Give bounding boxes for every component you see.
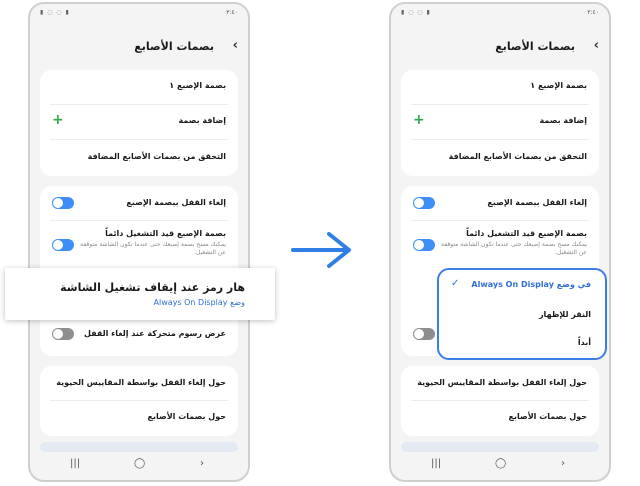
toggle-knob: [53, 329, 63, 339]
always-on-label: بصمة الإصبع قيد التشغيل دائماً: [105, 229, 226, 238]
about-fingerprints-label: حول بصمات الأصابع: [147, 412, 227, 421]
back-icon[interactable]: ‹: [594, 38, 599, 53]
status-time: ٣:٤٠: [226, 9, 238, 16]
fingerprint-1-label: بصمة الإصبع ١: [530, 81, 587, 90]
back-nav-icon[interactable]: ›: [561, 458, 565, 469]
always-on-subtitle: يمكنك مسح بصمة إصبعك حتى عندما تكون الشا…: [441, 241, 587, 256]
home-icon[interactable]: ◯: [495, 458, 506, 469]
add-fingerprint-label: إضافة بصمة: [539, 116, 587, 125]
option-label: أبداً: [577, 338, 591, 347]
show-animation-label: عرض رسوم متحركة عند إلغاء القفل: [83, 329, 226, 338]
phone-after: ▮ ◌ ◌ ▮ ٣:٤٠ بصمات الأصابع ‹ بصمة الإصبع…: [389, 2, 611, 482]
always-on-label: بصمة الإصبع قيد التشغيل دائماً: [466, 229, 587, 238]
add-fingerprint-row[interactable]: + إضافة بصمة: [401, 105, 599, 139]
navigation-bar: ||| ◯ ›: [30, 458, 248, 474]
back-nav-icon[interactable]: ›: [200, 458, 204, 469]
bottom-card-peek: [401, 442, 599, 452]
checkmark-icon: ✓: [451, 278, 460, 289]
header: بصمات الأصابع ‹: [391, 38, 609, 62]
check-fingerprints-row[interactable]: التحقق من بصمات الأصابع المضافة: [401, 140, 599, 176]
plus-icon: +: [52, 112, 64, 128]
about-biometrics-label: حول إلغاء القفل بواسطة المقاييس الحيوية: [56, 378, 226, 387]
option-label: النقر للإظهار: [538, 310, 591, 319]
unlock-fingerprint-toggle[interactable]: [413, 197, 435, 209]
status-bar: ▮ ◌ ◌ ▮ ٣:٤٠: [401, 9, 599, 19]
page-title: بصمات الأصابع: [134, 40, 214, 53]
status-icons: ▮ ◌ ◌ ▮: [40, 9, 70, 16]
fingerprint-1-row[interactable]: بصمة الإصبع ١: [40, 70, 238, 104]
about-fingerprints-row[interactable]: حول بصمات الأصابع: [401, 401, 599, 435]
always-on-row[interactable]: بصمة الإصبع قيد التشغيل دائماً يمكنك مسح…: [401, 221, 599, 269]
toggle-knob: [53, 240, 63, 250]
bottom-card-peek: [40, 442, 238, 452]
recent-apps-icon[interactable]: |||: [431, 458, 441, 469]
always-on-toggle[interactable]: [52, 239, 74, 251]
about-biometrics-row[interactable]: حول إلغاء القفل بواسطة المقاييس الحيوية: [401, 366, 599, 400]
about-fingerprints-row[interactable]: حول بصمات الأصابع: [40, 401, 238, 435]
home-icon[interactable]: ◯: [134, 458, 145, 469]
about-biometrics-label: حول إلغاء القفل بواسطة المقاييس الحيوية: [417, 378, 587, 387]
unlock-fingerprint-label: إلغاء القفل ببصمة الإصبع: [487, 198, 587, 207]
always-on-toggle[interactable]: [413, 239, 435, 251]
check-fingerprints-label: التحقق من بصمات الأصابع المضافة: [448, 152, 587, 161]
page-title: بصمات الأصابع: [495, 40, 575, 53]
about-fingerprints-label: حول بصمات الأصابع: [508, 412, 588, 421]
status-time: ٣:٤٠: [587, 9, 599, 16]
lock-screen-icon-callout: هار رمز عند إيقاف تشغيل الشاشة وضع Alway…: [5, 268, 275, 320]
recent-apps-icon[interactable]: |||: [70, 458, 80, 469]
unlock-fingerprint-toggle[interactable]: [52, 197, 74, 209]
dropdown-option-never[interactable]: أبداً: [439, 330, 605, 358]
toggle-knob: [414, 198, 424, 208]
always-on-subtitle: يمكنك مسح بصمة إصبعك حتى عندما تكون الشا…: [80, 241, 226, 256]
add-fingerprint-label: إضافة بصمة: [178, 116, 226, 125]
header: بصمات الأصابع ‹: [30, 38, 248, 62]
show-animation-row[interactable]: عرض رسوم متحركة عند إلغاء القفل: [40, 318, 238, 352]
show-animation-toggle[interactable]: [413, 328, 435, 340]
about-card: حول إلغاء القفل بواسطة المقاييس الحيوية …: [40, 366, 238, 436]
dropdown-option-tap-to-show[interactable]: النقر للإظهار: [439, 302, 605, 330]
check-fingerprints-row[interactable]: التحقق من بصمات الأصابع المضافة: [40, 140, 238, 176]
navigation-bar: ||| ◯ ›: [391, 458, 609, 474]
dropdown-option-always-on[interactable]: ✓ في وضع Always On Display: [439, 270, 605, 302]
toggle-knob: [53, 198, 63, 208]
callout-title: هار رمز عند إيقاف تشغيل الشاشة: [60, 281, 245, 294]
fingerprints-card: بصمة الإصبع ١ + إضافة بصمة التحقق من بصم…: [40, 70, 238, 176]
toggle-knob: [414, 329, 424, 339]
fingerprints-card: بصمة الإصبع ١ + إضافة بصمة التحقق من بصم…: [401, 70, 599, 176]
status-bar: ▮ ◌ ◌ ▮ ٣:٤٠: [40, 9, 238, 19]
back-icon[interactable]: ‹: [233, 38, 238, 53]
unlock-fingerprint-row[interactable]: إلغاء القفل ببصمة الإصبع: [40, 186, 238, 220]
about-biometrics-row[interactable]: حول إلغاء القفل بواسطة المقاييس الحيوية: [40, 366, 238, 400]
callout-subtitle: وضع Always On Display: [153, 298, 245, 307]
show-animation-toggle[interactable]: [52, 328, 74, 340]
unlock-fingerprint-row[interactable]: إلغاء القفل ببصمة الإصبع: [401, 186, 599, 220]
show-icon-dropdown: ✓ في وضع Always On Display النقر للإظهار…: [437, 268, 607, 360]
unlock-fingerprint-label: إلغاء القفل ببصمة الإصبع: [126, 198, 226, 207]
arrow-right-icon: [291, 232, 351, 268]
option-label: في وضع Always On Display: [471, 280, 591, 289]
always-on-row[interactable]: بصمة الإصبع قيد التشغيل دائماً يمكنك مسح…: [40, 221, 238, 269]
status-icons: ▮ ◌ ◌ ▮: [401, 9, 431, 16]
plus-icon: +: [413, 112, 425, 128]
add-fingerprint-row[interactable]: + إضافة بصمة: [40, 105, 238, 139]
check-fingerprints-label: التحقق من بصمات الأصابع المضافة: [87, 152, 226, 161]
fingerprint-1-row[interactable]: بصمة الإصبع ١: [401, 70, 599, 104]
phone-before: ▮ ◌ ◌ ▮ ٣:٤٠ بصمات الأصابع ‹ بصمة الإصبع…: [28, 2, 250, 482]
toggle-knob: [414, 240, 424, 250]
fingerprint-1-label: بصمة الإصبع ١: [169, 81, 226, 90]
about-card: حول إلغاء القفل بواسطة المقاييس الحيوية …: [401, 366, 599, 436]
